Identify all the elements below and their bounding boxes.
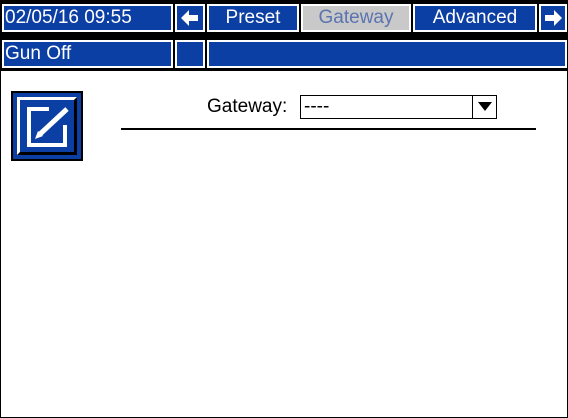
gun-status-text: Gun Off xyxy=(5,43,72,64)
edit-pencil-icon xyxy=(27,107,69,147)
status-message-area xyxy=(207,40,567,68)
tab-preset[interactable]: Preset xyxy=(207,4,299,32)
dropdown-button[interactable] xyxy=(472,96,496,118)
field-divider xyxy=(121,128,536,130)
status-bar: Gun Off xyxy=(1,37,567,71)
prev-tab-button[interactable] xyxy=(175,4,205,32)
gun-status: Gun Off xyxy=(2,40,173,68)
next-tab-button[interactable] xyxy=(539,4,567,32)
top-navigation-bar: 02/05/16 09:55 Preset Gateway Advanced xyxy=(1,1,567,37)
tab-preset-label: Preset xyxy=(225,7,281,28)
triangle-down-icon xyxy=(477,102,492,111)
gateway-field-label: Gateway: xyxy=(207,96,288,117)
arrow-left-icon xyxy=(181,10,198,26)
tab-advanced-label: Advanced xyxy=(432,7,518,28)
screen: 02/05/16 09:55 Preset Gateway Advanced G… xyxy=(0,0,568,418)
tab-advanced[interactable]: Advanced xyxy=(413,4,537,32)
datetime-text: 02/05/16 09:55 xyxy=(5,7,132,28)
gateway-select-value: ---- xyxy=(304,96,330,117)
tab-gateway-label: Gateway xyxy=(318,7,394,28)
arrow-right-icon xyxy=(545,10,562,26)
gateway-select[interactable]: ---- xyxy=(300,95,497,119)
status-indicator xyxy=(175,40,205,68)
edit-button[interactable] xyxy=(11,91,83,161)
tab-gateway[interactable]: Gateway xyxy=(301,4,411,32)
datetime-display: 02/05/16 09:55 xyxy=(2,4,173,32)
